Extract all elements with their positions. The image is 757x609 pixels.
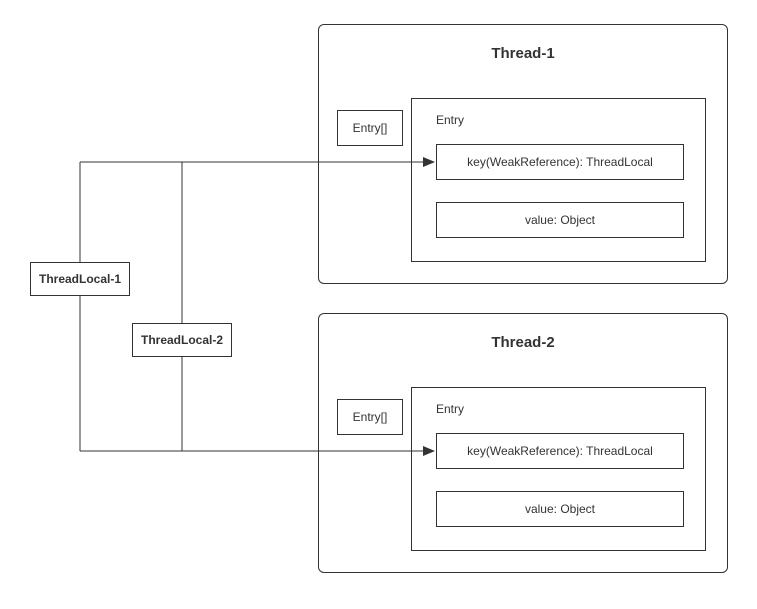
thread-1-entry-label: Entry [436,113,464,127]
thread-2-key-box: key(WeakReference): ThreadLocal [436,433,684,469]
thread-1-value-label: value: Object [525,213,595,227]
thread-1-entry-array: Entry[] [337,110,403,146]
threadlocal-1-box: ThreadLocal-1 [30,262,130,296]
thread-1-value-box: value: Object [436,202,684,238]
thread-1-key-box: key(WeakReference): ThreadLocal [436,144,684,180]
thread-2-key-label: key(WeakReference): ThreadLocal [467,444,653,458]
threadlocal-2-label: ThreadLocal-2 [141,333,223,347]
threadlocal-1-label: ThreadLocal-1 [39,272,121,286]
thread-2-entry-label: Entry [436,402,464,416]
thread-2-value-box: value: Object [436,491,684,527]
thread-2-entry-array-label: Entry[] [353,410,388,424]
thread-2-entry-array: Entry[] [337,399,403,435]
thread-1-key-label: key(WeakReference): ThreadLocal [467,155,653,169]
thread-2-title: Thread-2 [319,334,727,351]
thread-2-value-label: value: Object [525,502,595,516]
thread-1-title: Thread-1 [319,45,727,62]
threadlocal-2-box: ThreadLocal-2 [132,323,232,357]
thread-1-entry-array-label: Entry[] [353,121,388,135]
